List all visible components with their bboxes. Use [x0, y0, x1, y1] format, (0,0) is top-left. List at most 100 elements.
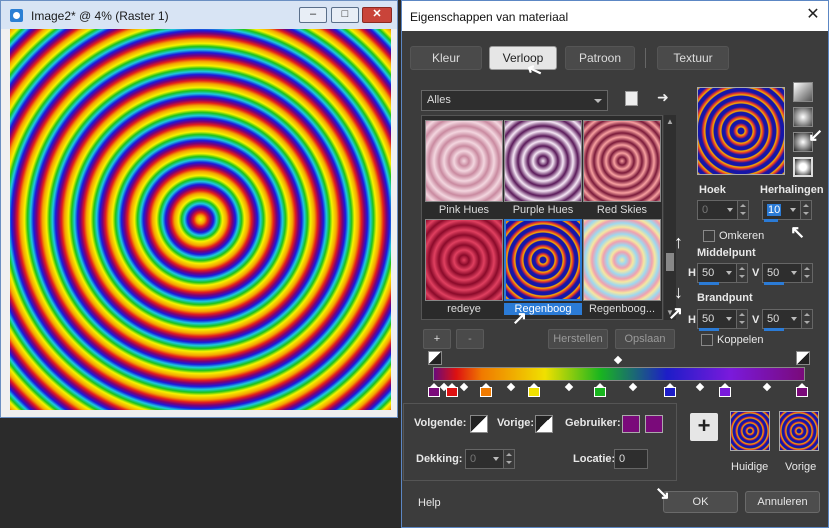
location-label: Locatie:	[573, 453, 616, 465]
image-window[interactable]: Image2* @ 4% (Raster 1) – □ ✕	[0, 0, 398, 418]
scroll-up-icon[interactable]: ▲	[666, 118, 674, 126]
gradient-preview	[504, 219, 582, 301]
save-button[interactable]: Opslaan	[615, 329, 675, 349]
image-canvas[interactable]	[10, 29, 391, 410]
focal-h-input[interactable]: 50	[697, 309, 748, 329]
close-button[interactable]: ✕	[362, 7, 392, 23]
color-stop-marker[interactable]	[796, 383, 808, 397]
gradient-preview	[504, 120, 582, 202]
focal-v-input[interactable]: 50	[762, 309, 813, 329]
center-h-spinner[interactable]	[736, 264, 747, 282]
chevron-down-icon[interactable]	[789, 264, 800, 282]
dialog-titlebar[interactable]: Eigenschappen van materiaal ✕	[402, 1, 828, 31]
chevron-down-icon[interactable]	[725, 201, 736, 219]
gradient-thumb-regenboog-2[interactable]: Regenboog...	[583, 219, 661, 317]
add-swatch-button[interactable]: +	[690, 413, 718, 441]
start-stop-icon[interactable]	[428, 351, 442, 365]
center-h-input[interactable]: 50	[697, 263, 748, 283]
opacity-input[interactable]: 0	[465, 449, 515, 469]
color-stop-marker[interactable]	[480, 383, 492, 397]
document-icon[interactable]	[625, 91, 638, 106]
center-v-value: 50	[767, 267, 780, 279]
tab-verloop[interactable]: Verloop	[489, 46, 557, 70]
user-color-swatch[interactable]	[622, 415, 640, 433]
linear-style-icon[interactable]	[793, 82, 813, 102]
tab-patroon[interactable]: Patroon	[565, 46, 635, 70]
ok-button[interactable]: OK	[663, 491, 738, 513]
current-preview[interactable]	[730, 411, 770, 451]
color-stop-marker[interactable]	[428, 383, 440, 397]
maximize-button[interactable]: □	[331, 7, 359, 23]
color-stop-marker[interactable]	[594, 383, 606, 397]
focal-v-label: V	[752, 314, 760, 326]
gradient-thumb-purple-hues[interactable]: Purple Hues	[504, 120, 582, 218]
angle-value: 0	[702, 204, 709, 216]
link-checkbox[interactable]	[701, 334, 713, 346]
annotation-arrow-icon: ↖	[790, 222, 806, 242]
reset-button[interactable]: Herstellen	[548, 329, 608, 349]
color-stop-marker[interactable]	[664, 383, 676, 397]
marker-swatch	[428, 387, 440, 397]
chevron-down-icon[interactable]	[789, 310, 800, 328]
opacity-spinner[interactable]	[503, 450, 514, 468]
focal-h-label: H	[688, 314, 696, 326]
minimize-button[interactable]: –	[299, 7, 327, 23]
marker-swatch	[719, 387, 731, 397]
chevron-down-icon[interactable]	[724, 264, 735, 282]
repeats-spinner[interactable]	[800, 201, 811, 219]
gradient-thumb-redeye[interactable]: redeye	[425, 219, 503, 317]
focal-h-spinner[interactable]	[736, 310, 747, 328]
image-window-titlebar[interactable]: Image2* @ 4% (Raster 1) – □ ✕	[1, 1, 397, 29]
center-h-slider-fill[interactable]	[699, 282, 719, 285]
repeats-slider-fill[interactable]	[764, 219, 778, 222]
focal-h-slider-fill[interactable]	[699, 328, 719, 331]
add-gradient-button[interactable]: +	[423, 329, 451, 349]
center-v-label: V	[752, 267, 760, 279]
arrow-right-icon[interactable]: ➜	[657, 89, 669, 106]
gradient-name: Regenboog...	[588, 303, 656, 315]
location-input[interactable]: 0	[614, 449, 648, 469]
marker-swatch	[480, 387, 492, 397]
focal-v-slider-fill[interactable]	[764, 328, 784, 331]
category-select[interactable]: Alles	[421, 90, 608, 111]
focal-label: Brandpunt	[697, 292, 753, 304]
gradient-preview-large[interactable]	[697, 87, 785, 175]
dialog-close-button[interactable]: ✕	[804, 6, 822, 24]
remove-gradient-button[interactable]: -	[456, 329, 484, 349]
gradient-thumb-pink-hues[interactable]: Pink Hues	[425, 120, 503, 218]
center-v-input[interactable]: 50	[762, 263, 813, 283]
focal-v-spinner[interactable]	[801, 310, 812, 328]
user-label: Gebruiker:	[565, 417, 621, 429]
gradient-thumb-regenboog[interactable]: Regenboog	[504, 219, 582, 317]
prev-color-icon[interactable]	[535, 415, 553, 433]
tab-kleur[interactable]: Kleur	[410, 46, 482, 70]
marker-swatch	[528, 387, 540, 397]
user-color-swatch-2[interactable]	[645, 415, 663, 433]
repeats-input[interactable]: 10	[762, 200, 812, 220]
category-select-value: Alles	[427, 94, 451, 106]
chevron-down-icon[interactable]	[491, 450, 502, 468]
end-stop-icon[interactable]	[796, 351, 810, 365]
gradient-preview	[425, 120, 503, 202]
center-v-slider-fill[interactable]	[764, 282, 784, 285]
radial-style-icon[interactable]	[793, 157, 813, 177]
tab-textuur[interactable]: Textuur	[657, 46, 729, 70]
scrollbar-thumb[interactable]	[666, 253, 674, 271]
color-stop-marker[interactable]	[446, 383, 458, 397]
help-link[interactable]: Help	[418, 497, 441, 509]
color-stop-marker[interactable]	[719, 383, 731, 397]
gradient-thumb-red-skies[interactable]: Red Skies	[583, 120, 661, 218]
center-v-spinner[interactable]	[801, 264, 812, 282]
gradient-editor-bar[interactable]	[433, 367, 805, 381]
color-stop-marker[interactable]	[528, 383, 540, 397]
next-color-icon[interactable]	[470, 415, 488, 433]
chevron-down-icon[interactable]	[788, 201, 799, 219]
gradient-gallery: Pink Hues Purple Hues Red Skies redeye R…	[421, 115, 663, 320]
angle-spinner[interactable]	[737, 201, 748, 219]
angle-input[interactable]: 0	[697, 200, 749, 220]
previous-preview[interactable]	[779, 411, 819, 451]
cancel-button[interactable]: Annuleren	[745, 491, 820, 513]
rectangular-style-icon[interactable]	[793, 107, 813, 127]
invert-checkbox[interactable]	[703, 230, 715, 242]
chevron-down-icon[interactable]	[724, 310, 735, 328]
